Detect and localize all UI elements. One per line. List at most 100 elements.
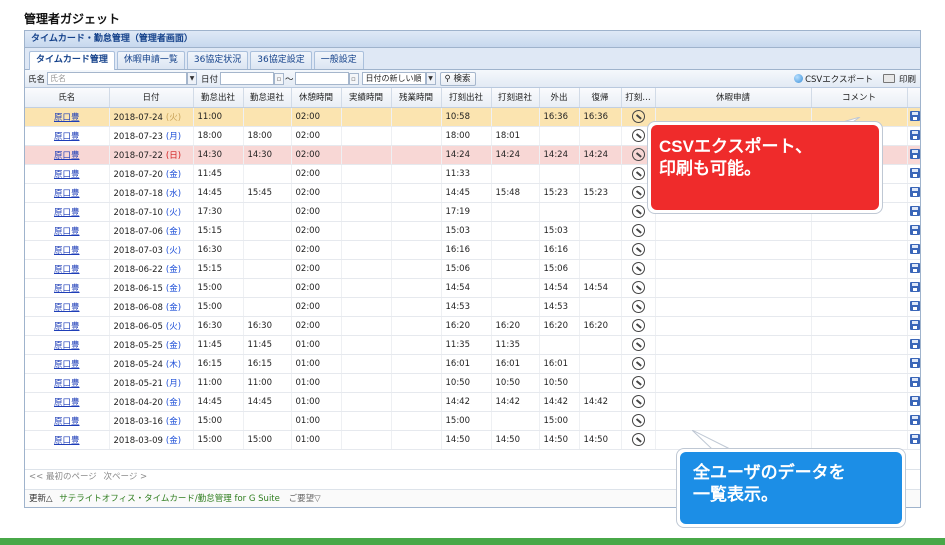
save-disk-icon[interactable] xyxy=(909,225,920,236)
employee-name-link[interactable]: 原口豊 xyxy=(54,417,80,427)
save-disk-icon[interactable] xyxy=(909,244,920,255)
app-link[interactable]: サテライトオフィス・タイムカード/勤怠管理 for G Suite xyxy=(59,494,280,504)
csv-export-button[interactable]: CSVエクスポート xyxy=(794,73,873,85)
employee-name-link[interactable]: 原口豊 xyxy=(54,189,80,199)
stamp-clock-icon[interactable] xyxy=(631,148,645,161)
date-to-input[interactable] xyxy=(294,72,349,85)
request-link[interactable]: ご要望▽ xyxy=(289,494,321,504)
table-row[interactable]: 原口豊 2018-05-25 (金) 11:45 11:45 01:00 11:35 11:3… xyxy=(25,335,920,355)
calendar-icon[interactable]: ▫ xyxy=(348,72,359,85)
table-row[interactable]: 原口豊 2018-07-06 (金) 15:15 02:00 15:03 15:03 xyxy=(25,221,920,241)
col-header[interactable]: 残業時間 xyxy=(391,88,442,108)
table-row[interactable]: 原口豊 2018-05-21 (月) 11:00 11:00 01:00 10:50 10:5… xyxy=(25,373,920,393)
comment-cell[interactable] xyxy=(811,221,908,241)
table-row[interactable]: 原口豊 2018-04-20 (金) 14:45 14:45 01:00 14:42 14:4… xyxy=(25,392,920,412)
col-header[interactable]: 氏名 xyxy=(25,88,110,108)
save-disk-icon[interactable] xyxy=(909,149,920,160)
next-page-link[interactable]: 次ページ > xyxy=(103,472,147,482)
stamp-clock-icon[interactable] xyxy=(631,186,645,199)
stamp-clock-icon[interactable] xyxy=(631,205,645,218)
employee-name-link[interactable]: 原口豊 xyxy=(54,398,80,408)
employee-name-link[interactable]: 原口豊 xyxy=(54,341,80,351)
col-header[interactable]: 打刻退社 xyxy=(491,88,540,108)
tab-36-settings[interactable]: 36協定設定 xyxy=(250,51,312,69)
stamp-clock-icon[interactable] xyxy=(631,262,645,275)
stamp-clock-icon[interactable] xyxy=(631,300,645,313)
sort-order-select[interactable]: 日付の新しい順 xyxy=(361,72,426,85)
employee-name-link[interactable]: 原口豊 xyxy=(54,284,80,294)
save-disk-icon[interactable] xyxy=(909,358,920,369)
save-disk-icon[interactable] xyxy=(909,168,920,179)
table-row[interactable]: 原口豊 2018-03-16 (金) 15:00 01:00 15:00 15:00 xyxy=(25,411,920,431)
date-from-input[interactable] xyxy=(220,72,275,85)
comment-cell[interactable] xyxy=(811,354,908,374)
col-header[interactable]: 勤怠退社 xyxy=(243,88,292,108)
comment-cell[interactable] xyxy=(811,411,908,431)
tab-36-status[interactable]: 36協定状況 xyxy=(186,51,249,69)
tab-leave-requests[interactable]: 休暇申請一覧 xyxy=(116,51,185,69)
name-dropdown-icon[interactable]: ▼ xyxy=(187,72,198,85)
sort-dropdown-icon[interactable]: ▼ xyxy=(425,72,436,85)
save-disk-icon[interactable] xyxy=(909,415,920,426)
comment-cell[interactable] xyxy=(811,316,908,336)
save-disk-icon[interactable] xyxy=(909,187,920,198)
save-disk-icon[interactable] xyxy=(909,339,920,350)
col-header[interactable]: 外出 xyxy=(539,88,580,108)
employee-name-link[interactable]: 原口豊 xyxy=(54,360,80,370)
employee-name-link[interactable]: 原口豊 xyxy=(54,379,80,389)
comment-cell[interactable] xyxy=(811,297,908,317)
table-row[interactable]: 原口豊 2018-06-22 (金) 15:15 02:00 15:06 15:06 xyxy=(25,259,920,279)
col-header[interactable]: 打刻… xyxy=(621,88,656,108)
stamp-clock-icon[interactable] xyxy=(631,433,645,446)
stamp-clock-icon[interactable] xyxy=(631,110,645,123)
comment-cell[interactable] xyxy=(811,430,908,450)
col-header[interactable]: 日付 xyxy=(109,88,194,108)
tab-timecard[interactable]: タイムカード管理 xyxy=(29,51,115,70)
col-header[interactable]: 休憩時間 xyxy=(291,88,342,108)
col-header[interactable]: 休暇申請 xyxy=(655,88,812,108)
comment-cell[interactable] xyxy=(811,373,908,393)
stamp-clock-icon[interactable] xyxy=(631,129,645,142)
tab-general-settings[interactable]: 一般設定 xyxy=(313,51,364,69)
stamp-clock-icon[interactable] xyxy=(631,414,645,427)
stamp-clock-icon[interactable] xyxy=(631,338,645,351)
save-disk-icon[interactable] xyxy=(909,130,920,141)
employee-name-link[interactable]: 原口豊 xyxy=(54,265,80,275)
table-row[interactable]: 原口豊 2018-06-15 (金) 15:00 02:00 14:54 14:54 14:5… xyxy=(25,278,920,298)
employee-name-link[interactable]: 原口豊 xyxy=(54,303,80,313)
save-disk-icon[interactable] xyxy=(909,320,920,331)
col-header[interactable]: 実績時間 xyxy=(341,88,392,108)
col-header[interactable]: 復帰 xyxy=(579,88,622,108)
stamp-clock-icon[interactable] xyxy=(631,224,645,237)
comment-cell[interactable] xyxy=(811,335,908,355)
update-link[interactable]: 更新△ xyxy=(29,494,53,504)
col-header[interactable]: コメント xyxy=(811,88,908,108)
save-disk-icon[interactable] xyxy=(909,377,920,388)
employee-name-link[interactable]: 原口豊 xyxy=(54,151,80,161)
comment-cell[interactable] xyxy=(811,259,908,279)
stamp-clock-icon[interactable] xyxy=(631,376,645,389)
col-header[interactable]: 打刻出社 xyxy=(441,88,492,108)
employee-name-link[interactable]: 原口豊 xyxy=(54,227,80,237)
save-disk-icon[interactable] xyxy=(909,434,920,445)
print-button[interactable]: 印刷 xyxy=(882,73,916,85)
table-row[interactable]: 原口豊 2018-06-08 (金) 15:00 02:00 14:53 14:53 xyxy=(25,297,920,317)
table-row[interactable]: 原口豊 2018-03-09 (金) 15:00 15:00 01:00 14:50 14:5… xyxy=(25,430,920,450)
stamp-clock-icon[interactable] xyxy=(631,319,645,332)
save-disk-icon[interactable] xyxy=(909,206,920,217)
employee-name-link[interactable]: 原口豊 xyxy=(54,113,80,123)
table-row[interactable]: 原口豊 2018-06-05 (火) 16:30 16:30 02:00 16:20 16:2… xyxy=(25,316,920,336)
search-button[interactable]: ⚲ 検索 xyxy=(439,71,476,86)
comment-cell[interactable] xyxy=(811,278,908,298)
name-filter-input[interactable]: 氏名 xyxy=(47,72,188,85)
stamp-clock-icon[interactable] xyxy=(631,281,645,294)
employee-name-link[interactable]: 原口豊 xyxy=(54,246,80,256)
employee-name-link[interactable]: 原口豊 xyxy=(54,436,80,446)
table-row[interactable]: 原口豊 2018-05-24 (木) 16:15 16:15 01:00 16:01 16:0… xyxy=(25,354,920,374)
stamp-clock-icon[interactable] xyxy=(631,357,645,370)
employee-name-link[interactable]: 原口豊 xyxy=(54,170,80,180)
comment-cell[interactable] xyxy=(811,392,908,412)
employee-name-link[interactable]: 原口豊 xyxy=(54,132,80,142)
first-page-link[interactable]: << 最初のページ xyxy=(29,472,97,482)
stamp-clock-icon[interactable] xyxy=(631,395,645,408)
